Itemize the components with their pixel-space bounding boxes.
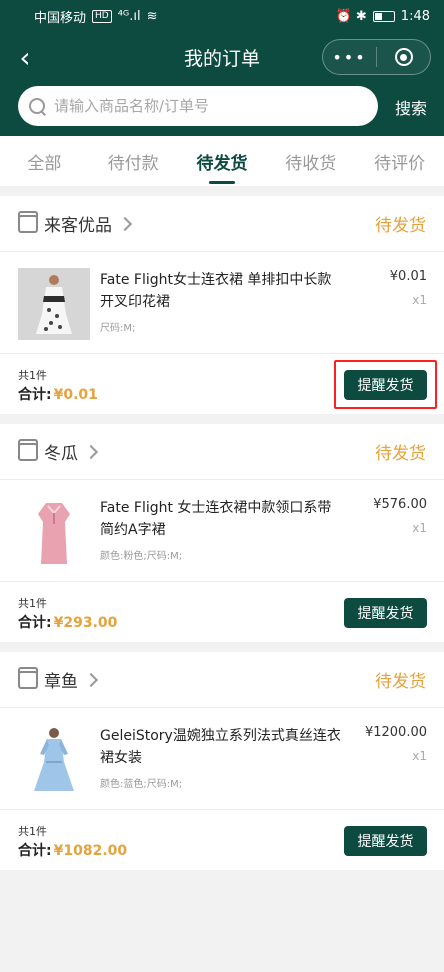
status-right: ⏰ ✱ 1:48 bbox=[336, 9, 430, 24]
order-card: 冬瓜 待发货 Fate Flight 女士连衣裙中款领口系带简约A字裙 颜色:粉… bbox=[0, 424, 444, 642]
product-name: Fate Flight女士连衣裙 单排扣中长款开叉印花裙 bbox=[100, 272, 332, 310]
status-time: 1:48 bbox=[400, 8, 430, 24]
total-label: 合计: bbox=[18, 615, 52, 631]
product-price: ¥576.00 bbox=[373, 497, 427, 512]
search-button[interactable]: 搜索 bbox=[395, 95, 427, 119]
order-footer: 共1件 合计: ¥0.01 提醒发货 bbox=[0, 354, 444, 414]
shop-icon bbox=[18, 438, 38, 461]
tab-all[interactable]: 全部 bbox=[0, 136, 89, 186]
tab-pending-shipment[interactable]: 待发货 bbox=[178, 136, 267, 186]
remind-shipment-button[interactable]: 提醒发货 bbox=[344, 826, 427, 856]
battery-icon bbox=[372, 10, 395, 22]
total-amount: ¥0.01 bbox=[53, 387, 98, 403]
total-label: 合计: bbox=[18, 843, 52, 859]
page-title: 我的订单 bbox=[183, 47, 260, 70]
shop-name: 来客优品 bbox=[44, 216, 112, 236]
search-box bbox=[18, 86, 378, 126]
shop-name: 章鱼 bbox=[44, 672, 78, 692]
product-spec: 尺码:M; bbox=[100, 323, 136, 334]
total-amount: ¥293.00 bbox=[53, 615, 118, 631]
order-item[interactable]: Fate Flight女士连衣裙 单排扣中长款开叉印花裙 尺码:M; ¥0.01… bbox=[0, 252, 444, 354]
product-name: GeleiStory温婉独立系列法式真丝连衣裙女装 bbox=[100, 728, 341, 766]
hd-badge: HD bbox=[92, 9, 112, 23]
tab-pending-payment[interactable]: 待付款 bbox=[89, 136, 178, 186]
order-status: 待发货 bbox=[375, 444, 426, 464]
chevron-right-icon bbox=[83, 672, 99, 687]
remind-shipment-button[interactable]: 提醒发货 bbox=[344, 370, 427, 400]
total-label: 合计: bbox=[18, 387, 52, 403]
item-count: 共1件 bbox=[18, 369, 47, 382]
order-total: 合计: ¥0.01 bbox=[18, 384, 98, 404]
order-total: 合计: ¥293.00 bbox=[18, 612, 117, 632]
shop-name: 冬瓜 bbox=[44, 444, 78, 464]
chevron-right-icon bbox=[117, 216, 133, 231]
status-bar: 中国移动 HD ⁴ᴳ.ıl ≋ ⏰ ✱ 1:48 bbox=[0, 0, 444, 32]
search-icon bbox=[28, 97, 46, 115]
order-header[interactable]: 冬瓜 待发货 bbox=[0, 424, 444, 480]
product-image bbox=[18, 724, 90, 796]
order-item[interactable]: Fate Flight 女士连衣裙中款领口系带简约A字裙 颜色:粉色;尺码:M;… bbox=[0, 480, 444, 582]
product-image bbox=[18, 268, 90, 340]
back-button[interactable]: ‹ bbox=[10, 40, 40, 74]
shop-icon bbox=[18, 666, 38, 689]
alarm-bluetooth-icons: ⏰ ✱ bbox=[335, 8, 367, 24]
shop-icon bbox=[18, 210, 38, 233]
order-card: 章鱼 待发货 GeleiStory温婉独立系列法式真丝连衣裙女装 颜色:蓝色;尺… bbox=[0, 652, 444, 870]
chevron-right-icon bbox=[83, 444, 99, 459]
search-input[interactable] bbox=[54, 97, 364, 115]
wifi-icon: ≋ bbox=[146, 8, 158, 24]
order-card: 来客优品 待发货 Fate Flight女士连衣裙 单排扣中长款开叉印花裙 尺码… bbox=[0, 196, 444, 414]
product-spec: 颜色:蓝色;尺码:M; bbox=[100, 779, 183, 790]
order-list: 来客优品 待发货 Fate Flight女士连衣裙 单排扣中长款开叉印花裙 尺码… bbox=[0, 196, 444, 870]
product-price: ¥0.01 bbox=[389, 269, 427, 284]
order-header[interactable]: 章鱼 待发货 bbox=[0, 652, 444, 708]
order-header[interactable]: 来客优品 待发货 bbox=[0, 196, 444, 252]
product-quantity: x1 bbox=[412, 749, 427, 763]
product-image bbox=[18, 496, 90, 568]
product-price: ¥1200.00 bbox=[364, 725, 427, 740]
close-mini-program-button[interactable] bbox=[377, 40, 430, 74]
more-button[interactable]: ••• bbox=[323, 40, 376, 74]
order-status: 待发货 bbox=[375, 216, 426, 236]
target-icon bbox=[394, 48, 413, 66]
tab-pending-review[interactable]: 待评价 bbox=[355, 136, 444, 186]
order-tabs: 全部 待付款 待发货 待收货 待评价 bbox=[0, 136, 444, 186]
order-total: 合计: ¥1082.00 bbox=[18, 840, 127, 860]
product-name: Fate Flight 女士连衣裙中款领口系带简约A字裙 bbox=[100, 500, 332, 538]
carrier-text: 中国移动 bbox=[34, 10, 87, 26]
item-count: 共1件 bbox=[18, 597, 47, 610]
chevron-left-icon: ‹ bbox=[19, 40, 31, 74]
total-amount: ¥1082.00 bbox=[53, 843, 128, 859]
app-header: 中国移动 HD ⁴ᴳ.ıl ≋ ⏰ ✱ 1:48 ‹ 我的订单 ••• 搜 bbox=[0, 0, 444, 136]
signal-icon: ⁴ᴳ.ıl bbox=[117, 8, 141, 24]
order-footer: 共1件 合计: ¥293.00 提醒发货 bbox=[0, 582, 444, 642]
status-left: 中国移动 HD ⁴ᴳ.ıl ≋ bbox=[34, 7, 158, 26]
mini-program-capsule: ••• bbox=[322, 39, 431, 75]
tab-pending-receipt[interactable]: 待收货 bbox=[266, 136, 355, 186]
order-footer: 共1件 合计: ¥1082.00 提醒发货 bbox=[0, 810, 444, 870]
order-item[interactable]: GeleiStory温婉独立系列法式真丝连衣裙女装 颜色:蓝色;尺码:M; ¥1… bbox=[0, 708, 444, 810]
product-quantity: x1 bbox=[412, 521, 427, 535]
nav-bar: ‹ 我的订单 ••• bbox=[0, 34, 444, 80]
remind-shipment-button[interactable]: 提醒发货 bbox=[344, 598, 427, 628]
product-quantity: x1 bbox=[412, 293, 427, 307]
product-spec: 颜色:粉色;尺码:M; bbox=[100, 551, 183, 562]
more-icon: ••• bbox=[332, 47, 367, 67]
order-status: 待发货 bbox=[375, 672, 426, 692]
item-count: 共1件 bbox=[18, 825, 47, 838]
